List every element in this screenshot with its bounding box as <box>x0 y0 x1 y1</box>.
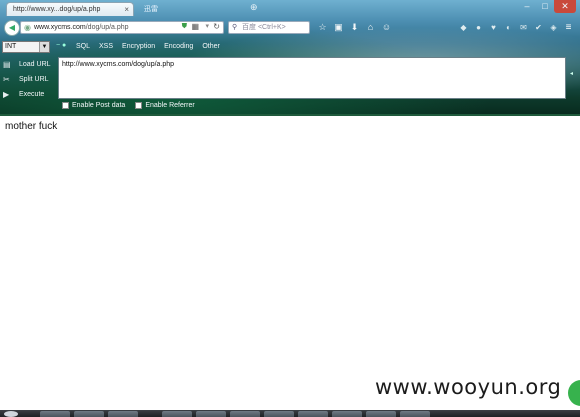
extension-icon[interactable]: ◐ <box>503 21 514 34</box>
hackbar-options: Enable Post data Enable Referrer <box>62 102 195 109</box>
toolbar-icons: ☆ ▣ ⬇ ⌂ ☺ <box>316 21 393 34</box>
extension-icon[interactable]: ● <box>473 21 484 34</box>
menu-sql[interactable]: SQL <box>76 42 90 52</box>
load-url-button[interactable]: ▤ Load URL <box>0 57 56 72</box>
floating-widget[interactable] <box>568 380 580 406</box>
hackbar-url-value: http://www.xycms.com/dog/up/a.php <box>62 61 175 68</box>
address-text: www.xycms.com/dog/up/a.php <box>34 23 129 33</box>
hackbar-url-textarea[interactable]: http://www.xycms.com/dog/up/a.php <box>58 57 566 99</box>
taskbar-item[interactable] <box>40 411 70 417</box>
type-select[interactable]: INT ▼ <box>2 41 50 53</box>
browser-tab-active[interactable]: http://www.xy...dog/up/a.php × <box>6 2 134 16</box>
address-path: /dog/up/a.php <box>85 24 129 31</box>
window-controls: – □ ✕ <box>518 0 576 13</box>
chevron-down-icon[interactable]: ▾ <box>205 22 209 30</box>
taskbar-item[interactable] <box>230 411 260 417</box>
page-body-text: mother fuck <box>5 121 58 132</box>
extension-icon[interactable]: ◈ <box>548 21 559 34</box>
enable-post-label: Enable Post data <box>72 102 126 109</box>
address-domain: www.xycms.com <box>34 24 86 31</box>
taskbar-item[interactable] <box>400 411 430 417</box>
enable-post-checkbox[interactable] <box>62 102 69 109</box>
search-box[interactable]: ⚲ 百度 <Ctrl+K> <box>228 21 310 34</box>
split-url-icon: ✂ <box>3 75 10 84</box>
taskbar-item[interactable] <box>264 411 294 417</box>
start-icon[interactable] <box>4 411 18 417</box>
tab-close-icon[interactable]: × <box>124 3 129 16</box>
extension-icon[interactable]: ♥ <box>488 21 499 34</box>
taskbar-item[interactable] <box>162 411 192 417</box>
hackbar-toggle-icon[interactable]: − ● <box>56 42 66 49</box>
bookmark-star-icon[interactable]: ☆ <box>316 21 329 34</box>
tab-second-label: 迅雷 <box>144 6 158 13</box>
tab-title: http://www.xy...dog/up/a.php <box>13 6 101 13</box>
taskbar-item[interactable] <box>298 411 328 417</box>
type-select-value: INT <box>5 43 17 50</box>
emoji-icon[interactable]: ☺ <box>380 21 393 34</box>
scroll-arrow-icon[interactable]: ◂ <box>570 70 573 77</box>
enable-post-option[interactable]: Enable Post data <box>62 102 125 109</box>
extension-icon[interactable]: ✔ <box>533 21 544 34</box>
browser-chrome: http://www.xy...dog/up/a.php × 迅雷 ⊕ – □ … <box>0 0 580 115</box>
navigation-bar: ◀ ◉ www.xycms.com/dog/up/a.php ⛊ ▦ ▾ ↻ ⚲… <box>0 18 580 38</box>
execute-label: Execute <box>19 91 45 98</box>
taskbar-item[interactable] <box>196 411 226 417</box>
menu-xss[interactable]: XSS <box>99 42 113 52</box>
search-placeholder: 百度 <Ctrl+K> <box>242 24 286 31</box>
enable-referrer-label: Enable Referrer <box>145 102 195 109</box>
security-shield-icon[interactable]: ⛊ <box>182 23 187 31</box>
taskbar-items <box>0 410 580 417</box>
hackbar-toolbar: INT ▼ − ● SQL XSS Encryption Encoding Ot… <box>0 40 580 55</box>
minimize-icon[interactable]: – <box>518 0 536 13</box>
execute-icon: ▶ <box>3 90 10 99</box>
chevron-down-icon[interactable]: ▼ <box>39 42 49 52</box>
enable-referrer-option[interactable]: Enable Referrer <box>135 102 195 109</box>
new-tab-icon[interactable]: ⊕ <box>250 2 258 13</box>
menu-other[interactable]: Other <box>202 42 220 52</box>
menu-encoding[interactable]: Encoding <box>164 42 193 52</box>
extension-icon[interactable]: ◆ <box>458 21 469 34</box>
taskbar-item[interactable] <box>366 411 396 417</box>
taskbar-item[interactable] <box>332 411 362 417</box>
load-url-icon: ▤ <box>3 60 11 69</box>
home-icon[interactable]: ⌂ <box>364 21 377 34</box>
maximize-icon[interactable]: □ <box>536 0 554 13</box>
reading-list-icon[interactable]: ▣ <box>332 21 345 34</box>
browser-tab-second[interactable]: 迅雷 <box>138 3 164 16</box>
split-url-button[interactable]: ✂ Split URL <box>0 72 56 87</box>
reload-icon[interactable]: ↻ <box>213 22 220 31</box>
site-info-icon[interactable]: ◉ <box>24 23 31 32</box>
taskbar <box>0 410 580 417</box>
address-bar[interactable]: ◉ www.xycms.com/dog/up/a.php ⛊ ▦ ▾ ↻ <box>20 21 224 34</box>
hackbar-actions: ▤ Load URL ✂ Split URL ▶ Execute <box>0 57 56 102</box>
menu-icon[interactable]: ≡ <box>563 21 574 34</box>
divider <box>0 114 580 116</box>
download-icon[interactable]: ⬇ <box>348 21 361 34</box>
menu-encryption[interactable]: Encryption <box>122 42 155 52</box>
watermark: www.wooyun.org <box>375 375 562 399</box>
back-icon[interactable]: ◀ <box>4 20 20 36</box>
taskbar-item[interactable] <box>74 411 104 417</box>
taskbar-item[interactable] <box>108 411 138 417</box>
enable-referrer-checkbox[interactable] <box>135 102 143 109</box>
extension-icon[interactable]: ✉ <box>518 21 529 34</box>
execute-button[interactable]: ▶ Execute <box>0 87 56 102</box>
extension-icons: ◆ ● ♥ ◐ ✉ ✔ ◈ ≡ <box>458 21 574 34</box>
search-icon: ⚲ <box>232 24 238 31</box>
close-window-icon[interactable]: ✕ <box>554 0 576 13</box>
hackbar-menu: SQL XSS Encryption Encoding Other <box>76 42 220 52</box>
load-url-label: Load URL <box>19 61 51 68</box>
split-url-label: Split URL <box>19 76 49 83</box>
qr-code-icon[interactable]: ▦ <box>191 22 199 31</box>
